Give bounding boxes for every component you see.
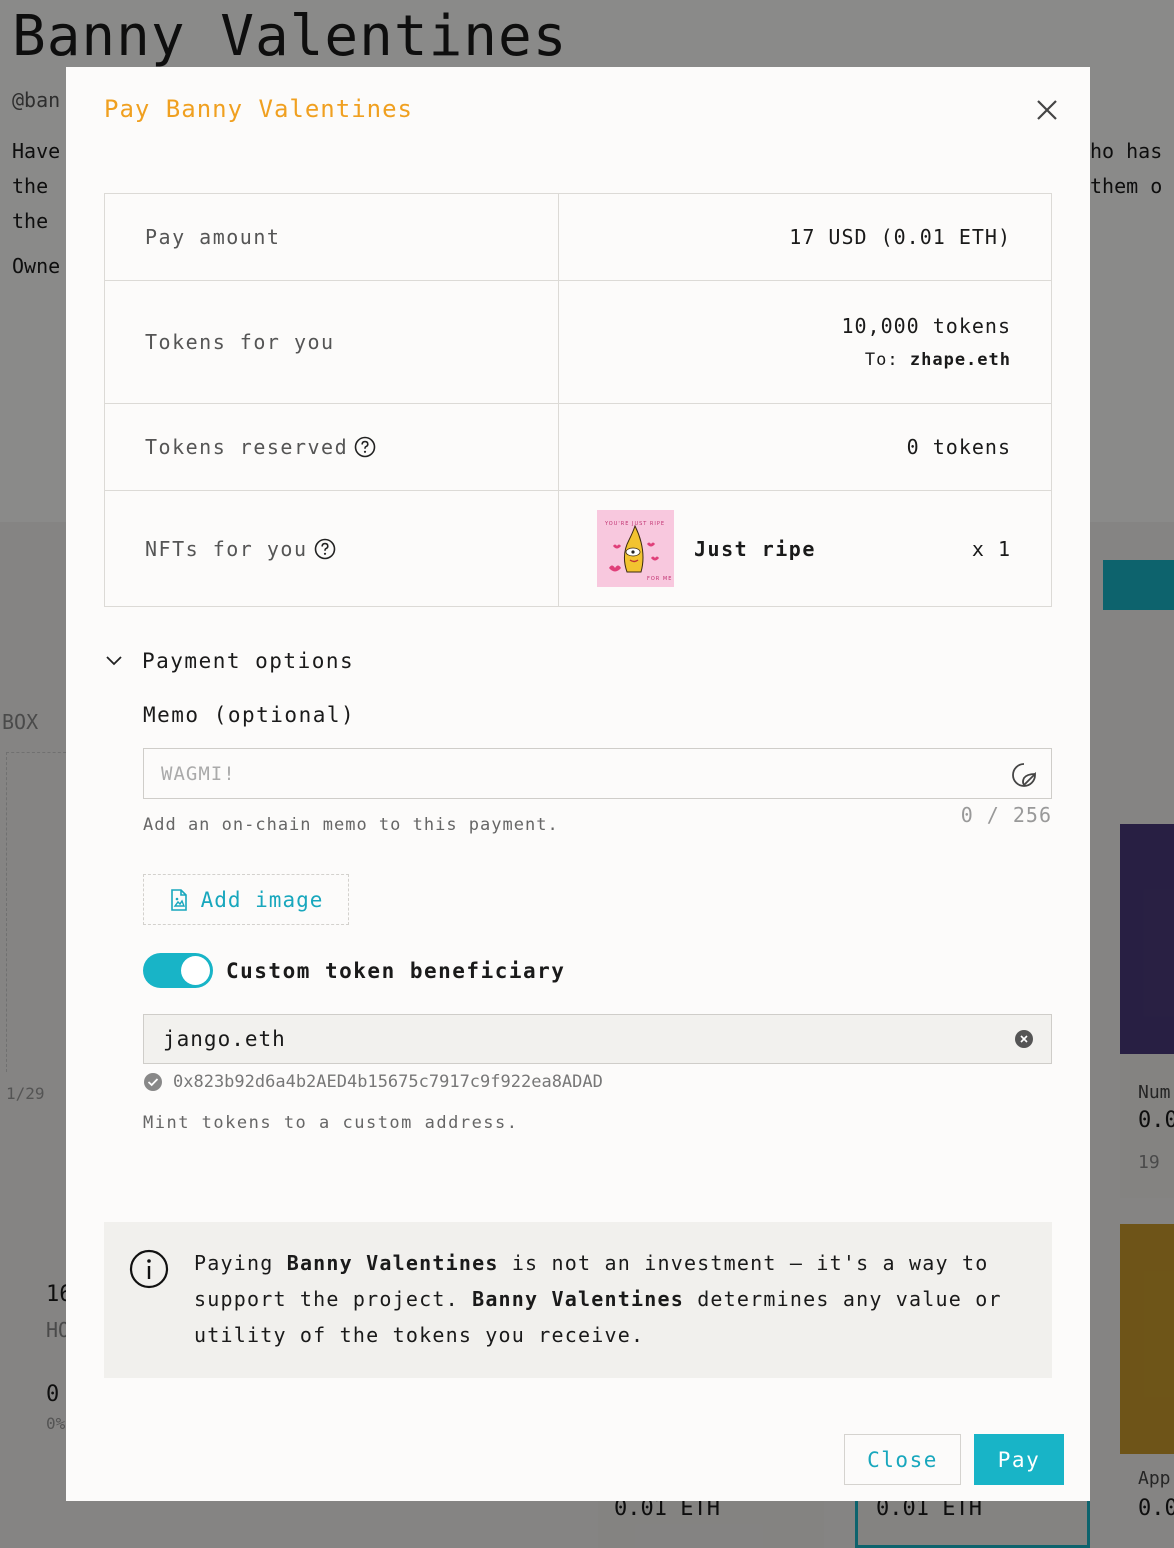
resolved-address-text: 0x823b92d6a4b2AED4b15675c7917c9f922ea8AD… — [173, 1072, 603, 1092]
help-icon[interactable] — [354, 436, 376, 458]
custom-beneficiary-label: Custom token beneficiary — [226, 958, 566, 983]
toggle-knob — [181, 956, 210, 985]
investment-disclaimer: Paying Banny Valentines is not an invest… — [104, 1222, 1052, 1378]
pay-button[interactable]: Pay — [974, 1434, 1064, 1485]
memo-char-count: 0 / 256 — [960, 803, 1052, 827]
nft-quantity: x 1 — [971, 536, 1011, 561]
tokens-reserved-label: Tokens reserved — [145, 435, 349, 459]
info-icon — [129, 1249, 169, 1289]
close-icon[interactable] — [1032, 95, 1062, 125]
close-button[interactable]: Close — [844, 1434, 961, 1485]
check-circle-icon — [144, 1073, 162, 1091]
add-image-label: Add image — [200, 887, 324, 912]
clear-icon[interactable] — [1015, 1030, 1033, 1048]
memo-help-text: Add an on-chain memo to this payment. — [143, 815, 559, 835]
beneficiary-help-text: Mint tokens to a custom address. — [143, 1113, 519, 1133]
custom-beneficiary-row: Custom token beneficiary — [143, 953, 565, 988]
svg-text:FOR ME: FOR ME — [647, 576, 672, 582]
memo-label: Memo (optional) — [143, 703, 356, 727]
resolved-address: 0x823b92d6a4b2AED4b15675c7917c9f922ea8AD… — [143, 1072, 603, 1092]
summary-row-nfts: NFTs for you YOU'RE JUST RIPE FOR ME Jus… — [105, 491, 1051, 606]
tokens-for-you-label: Tokens for you — [105, 281, 559, 403]
beneficiary-input[interactable] — [144, 1015, 984, 1063]
chevron-down-icon — [104, 651, 124, 671]
nfts-for-you-label: NFTs for you — [145, 536, 308, 561]
payment-summary-table: Pay amount 17 USD (0.01 ETH) Tokens for … — [104, 193, 1052, 607]
nft-name: Just ripe — [694, 536, 816, 561]
memo-input[interactable] — [144, 749, 984, 798]
sticker-icon[interactable] — [1011, 762, 1037, 788]
file-image-icon — [170, 888, 187, 911]
pay-amount-label: Pay amount — [105, 194, 559, 280]
summary-row-tokens: Tokens for you 10,000 tokens To: zhape.e… — [105, 281, 1051, 404]
custom-beneficiary-toggle[interactable] — [143, 953, 213, 988]
help-icon[interactable] — [314, 538, 336, 560]
summary-row-pay-amount: Pay amount 17 USD (0.01 ETH) — [105, 194, 1051, 281]
payment-options-toggle[interactable]: Payment options — [104, 649, 354, 673]
nft-thumbnail-image: YOU'RE JUST RIPE FOR ME — [597, 510, 674, 587]
tokens-reserved-value: 0 tokens — [906, 435, 1011, 459]
disclaimer-text: Paying Banny Valentines is not an invest… — [194, 1251, 1002, 1347]
tokens-for-you-value: 10,000 tokens — [841, 314, 1011, 338]
add-image-button[interactable]: Add image — [143, 874, 349, 925]
pay-modal: Pay Banny Valentines Pay amount 17 USD (… — [66, 67, 1090, 1501]
modal-title: Pay Banny Valentines — [104, 95, 413, 123]
memo-field — [143, 748, 1052, 799]
pay-amount-value: 17 USD (0.01 ETH) — [789, 225, 1011, 249]
token-recipient: To: zhape.eth — [864, 350, 1011, 370]
summary-row-reserved: Tokens reserved 0 tokens — [105, 404, 1051, 491]
payment-options-label: Payment options — [142, 649, 355, 673]
beneficiary-field — [143, 1014, 1052, 1064]
